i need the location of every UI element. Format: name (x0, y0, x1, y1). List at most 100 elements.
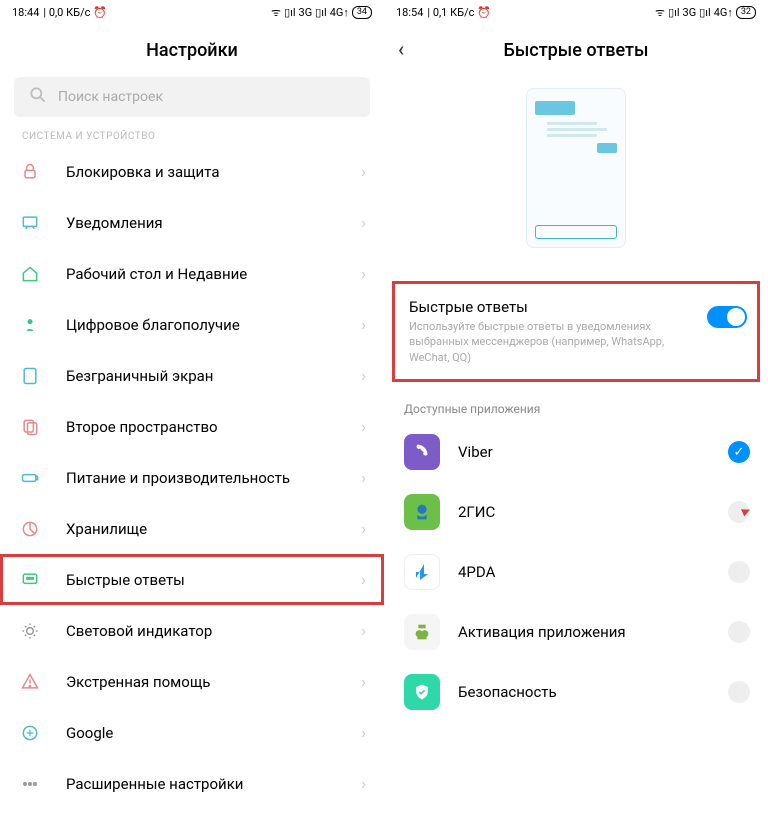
quick-replies-screen: 18:54 | 0,1 КБ/с ⏰ ᯤ ▯ıl 3G ▯ıl 4G↑ 32 ‹… (384, 0, 768, 820)
app-label: Безопасность (458, 683, 728, 701)
chevron-right-icon: › (361, 162, 366, 181)
chevron-right-icon: › (361, 672, 366, 691)
row-label: Уведомления (66, 214, 361, 232)
toggle-title: Быстрые ответы (409, 298, 699, 316)
row-label: Цифровое благополучие (66, 316, 361, 334)
app-checkbox[interactable] (728, 501, 750, 523)
app-row[interactable]: 4PDA (384, 542, 768, 602)
settings-row[interactable]: Второе пространство› (0, 401, 384, 452)
signal-icon: ▯ıl (699, 6, 710, 19)
status-net: | 0,0 КБ/с ⏰ (43, 6, 106, 19)
lock-icon (18, 162, 42, 182)
page-title: ‹ Быстрые ответы (384, 24, 768, 73)
sig1: 3G (299, 6, 313, 19)
row-label: Экстренная помощь (66, 673, 361, 691)
settings-screen: 18:44 | 0,0 КБ/с ⏰ ᯤ ▯ıl 3G ▯ıl 4G↑ 34 Н… (0, 0, 384, 820)
back-button[interactable]: ‹ (398, 37, 404, 61)
toggle-description: Используйте быстрые ответы в уведомления… (409, 319, 699, 365)
row-label: Быстрые ответы (66, 571, 361, 589)
chevron-right-icon: › (361, 213, 366, 232)
battery-badge: 34 (352, 6, 372, 19)
chevron-right-icon: › (361, 723, 366, 742)
row-label: Расширенные настройки (66, 775, 361, 793)
notify-icon (18, 213, 42, 233)
row-label: Блокировка и защита (66, 163, 361, 181)
reply-icon (18, 570, 42, 590)
settings-row[interactable]: Быстрые ответы› (0, 554, 384, 605)
search-placeholder: Поиск настроек (58, 89, 163, 105)
wellbeing-icon (18, 315, 42, 335)
battery-icon (18, 468, 42, 488)
settings-row[interactable]: Расширенные настройки› (0, 758, 384, 809)
app-label: Viber (458, 443, 728, 461)
home-icon (18, 264, 42, 284)
apps-section-label: Доступные приложения (384, 388, 768, 422)
search-input[interactable]: Поиск настроек (14, 77, 370, 117)
light-icon (18, 621, 42, 641)
settings-row[interactable]: Безграничный экран› (0, 350, 384, 401)
chevron-right-icon: › (361, 264, 366, 283)
status-net: | 0,1 КБ/с ⏰ (427, 6, 490, 19)
row-label: Световой индикатор (66, 622, 361, 640)
chevron-right-icon: › (361, 774, 366, 793)
wifi-icon: ᯤ (655, 5, 665, 20)
signal-icon: ▯ıl (284, 6, 295, 19)
row-label: Безграничный экран (66, 367, 361, 385)
app-label: 2ГИС (458, 503, 728, 521)
settings-row[interactable]: Хранилище› (0, 503, 384, 554)
sig2: 4G↑ (714, 6, 733, 19)
app-checkbox[interactable] (728, 561, 750, 583)
sig2: 4G↑ (330, 6, 349, 19)
app-checkbox[interactable] (728, 681, 750, 703)
app-label: Активация приложения (458, 623, 728, 641)
row-label: Рабочий стол и Недавние (66, 265, 361, 283)
app-label: 4PDA (458, 563, 728, 581)
page-title: Настройки (0, 24, 384, 73)
sig1: 3G (683, 6, 697, 19)
settings-row[interactable]: Световой индикатор› (0, 605, 384, 656)
settings-row[interactable]: Экстренная помощь› (0, 656, 384, 707)
search-icon (28, 85, 48, 109)
dots-icon (18, 774, 42, 794)
app-checkbox[interactable] (728, 621, 750, 643)
status-time: 18:54 (396, 6, 423, 19)
settings-row[interactable]: Рабочий стол и Недавние› (0, 248, 384, 299)
settings-row[interactable]: Питание и производительность› (0, 452, 384, 503)
chevron-right-icon: › (361, 468, 366, 487)
fullscreen-icon (18, 366, 42, 386)
sos-icon (18, 672, 42, 692)
signal-icon: ▯ıl (668, 6, 679, 19)
row-label: Второе пространство (66, 418, 361, 436)
chevron-right-icon: › (361, 621, 366, 640)
battery-badge: 32 (736, 6, 756, 19)
chevron-right-icon: › (361, 519, 366, 538)
app-checkbox[interactable]: ✓ (728, 441, 750, 463)
settings-row[interactable]: Блокировка и защита› (0, 146, 384, 197)
google-icon (18, 723, 42, 743)
app-row[interactable]: 2ГИС (384, 482, 768, 542)
settings-row[interactable]: Уведомления› (0, 197, 384, 248)
space-icon (18, 417, 42, 437)
status-bar: 18:44 | 0,0 КБ/с ⏰ ᯤ ▯ıl 3G ▯ıl 4G↑ 34 (0, 0, 384, 24)
quick-replies-toggle-section: Быстрые ответы Используйте быстрые ответ… (392, 281, 760, 382)
storage-icon (18, 519, 42, 539)
signal-icon: ▯ıl (315, 6, 326, 19)
quick-replies-toggle[interactable] (707, 306, 747, 328)
app-row[interactable]: Безопасность (384, 662, 768, 722)
row-label: Google (66, 724, 361, 742)
chevron-right-icon: › (361, 570, 366, 589)
status-time: 18:44 (12, 6, 39, 19)
chevron-right-icon: › (361, 417, 366, 436)
status-bar: 18:54 | 0,1 КБ/с ⏰ ᯤ ▯ıl 3G ▯ıl 4G↑ 32 (384, 0, 768, 24)
app-row[interactable]: Активация приложения (384, 602, 768, 662)
settings-row[interactable]: Цифровое благополучие› (0, 299, 384, 350)
row-label: Питание и производительность (66, 469, 361, 487)
chevron-right-icon: › (361, 315, 366, 334)
app-row[interactable]: Viber✓ (384, 422, 768, 482)
row-label: Хранилище (66, 520, 361, 538)
illustration (384, 73, 768, 263)
wifi-icon: ᯤ (271, 5, 281, 20)
section-label: СИСТЕМА И УСТРОЙСТВО (0, 125, 384, 146)
settings-row[interactable]: Google› (0, 707, 384, 758)
chevron-right-icon: › (361, 366, 366, 385)
